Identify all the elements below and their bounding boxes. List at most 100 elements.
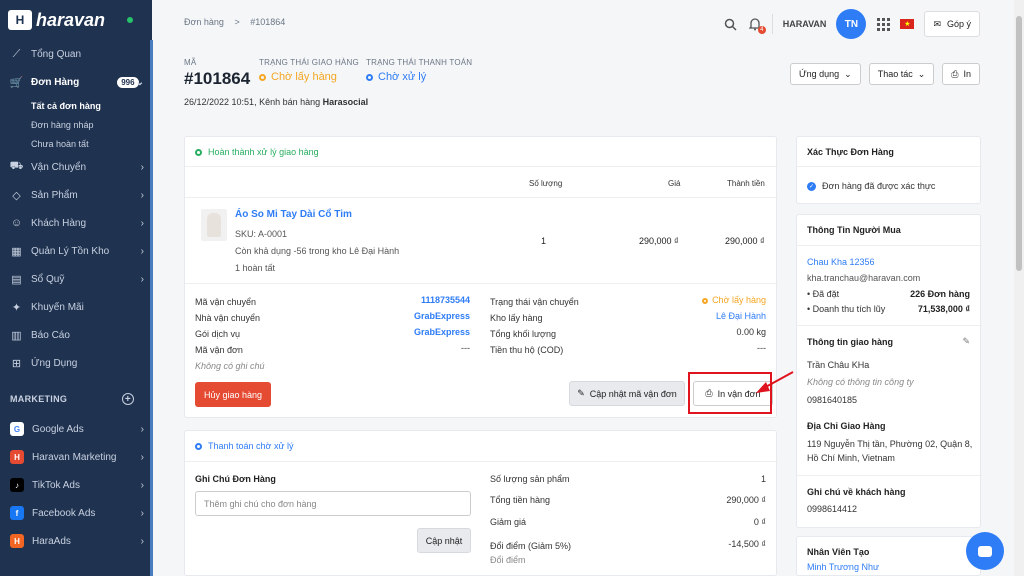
- nav-facebook-ads[interactable]: f Facebook Ads ›: [0, 499, 152, 527]
- facebook-icon: f: [10, 506, 24, 520]
- orders-placed-value: 226 Đơn hàng: [910, 289, 970, 299]
- chat-button[interactable]: [966, 532, 1004, 570]
- breadcrumb-separator: >: [234, 17, 240, 27]
- product-thumbnail[interactable]: [201, 209, 227, 241]
- product-quantity: 1: [541, 236, 547, 246]
- nav-san-pham[interactable]: ◇ Sản Phẩm ›: [0, 181, 152, 209]
- nav-label: Sản Phẩm: [31, 189, 78, 201]
- nav-label: Sổ Quỹ: [31, 273, 65, 285]
- divider: [797, 325, 982, 326]
- breadcrumb-orders-link[interactable]: Đơn hàng: [184, 17, 224, 27]
- divider: [185, 283, 778, 284]
- print-button[interactable]: ⎙ In: [942, 63, 980, 85]
- report-icon: ▥: [11, 329, 22, 342]
- bell-icon[interactable]: 4: [748, 17, 766, 34]
- tiktok-icon: ♪: [10, 478, 24, 492]
- user-icon: ☺: [10, 217, 23, 229]
- nav-label: Facebook Ads: [32, 507, 96, 519]
- customer-note-text: 0998614412: [807, 504, 858, 514]
- staff-name-link[interactable]: Minh Trương Như: [807, 562, 879, 572]
- subnav-incomplete-orders[interactable]: Chưa hoàn tất: [0, 134, 152, 153]
- scrollbar-thumb[interactable]: [1016, 16, 1022, 271]
- pickup-warehouse-value[interactable]: Lê Đại Hành: [716, 311, 766, 321]
- chevron-right-icon: ›: [140, 423, 144, 435]
- col-price-header: Giá: [668, 179, 681, 188]
- nav-label: Khuyến Mãi: [31, 301, 84, 313]
- service-label: Gói dịch vụ: [195, 329, 241, 339]
- shipment-code-value[interactable]: 1118735544: [421, 295, 470, 305]
- nav-so-quy[interactable]: ▤ Sổ Quỹ ›: [0, 265, 152, 293]
- cancel-shipment-button[interactable]: Hủy giao hàng: [195, 382, 271, 407]
- item-count-label: Số lượng sản phẩm: [490, 474, 570, 484]
- google-ads-icon: G: [10, 422, 24, 436]
- pending-dot-icon: [259, 73, 266, 81]
- nav-ton-kho[interactable]: ▦ Quản Lý Tồn Kho ›: [0, 237, 152, 265]
- nav-label: Haravan Marketing: [32, 451, 117, 463]
- add-channel-icon[interactable]: +: [122, 393, 134, 405]
- nav-don-hang[interactable]: 🛒 Đơn Hàng 996 ⌄: [0, 68, 152, 96]
- sidebar-scrollbar[interactable]: [150, 40, 153, 576]
- nav-van-chuyen[interactable]: ⛟ Vận Chuyển ›: [0, 153, 152, 181]
- app-grid-icon[interactable]: [876, 17, 890, 31]
- nav-khach-hang[interactable]: ☺ Khách Hàng ›: [0, 209, 152, 237]
- chart-line-icon: ⟋: [12, 47, 21, 60]
- payment-card-title: Thanh toán chờ xử lý: [185, 431, 776, 461]
- feedback-button[interactable]: ✉ Góp ý: [924, 11, 980, 37]
- payment-status-value: Chờ xử lý: [366, 71, 472, 83]
- nav-haravan-marketing[interactable]: H Haravan Marketing ›: [0, 443, 152, 471]
- shipping-address-line2: Hồ Chí Minh, Vietnam: [807, 453, 895, 463]
- truck-icon: ⛟: [9, 160, 24, 172]
- fulfillment-card-title: Hoàn thành xử lý giao hàng: [185, 137, 776, 167]
- shipping-address-line1: 119 Nguyễn Thị tần, Phường 02, Quận 8,: [807, 439, 973, 449]
- nav-ung-dung[interactable]: ⊞ Ứng Dụng: [0, 349, 152, 377]
- service-value[interactable]: GrabExpress: [414, 327, 470, 337]
- chevron-right-icon: ›: [140, 507, 144, 519]
- ledger-icon: ▤: [11, 273, 22, 286]
- shipping-status-text: Chờ lấy hàng: [712, 295, 766, 305]
- edit-pencil-icon[interactable]: ✎: [962, 336, 970, 347]
- tag-icon: ◇: [12, 189, 21, 202]
- vietnam-flag-icon[interactable]: ★: [900, 19, 915, 29]
- nav-khuyen-mai[interactable]: ✦ Khuyến Mãi: [0, 293, 152, 321]
- nav-label: TikTok Ads: [32, 479, 80, 491]
- nav-google-ads[interactable]: G Google Ads ›: [0, 415, 152, 443]
- buyer-card: Thông Tin Người Mua Chau Kha 12356 kha.t…: [796, 214, 982, 528]
- page-scrollbar[interactable]: [1014, 0, 1024, 576]
- subnav-all-orders[interactable]: Tất cả đơn hàng: [0, 96, 152, 115]
- marketing-section-title: MARKETING +: [0, 383, 152, 415]
- waybill-label: Mã vận đơn: [195, 345, 243, 355]
- sales-channel: Harasocial: [322, 97, 369, 107]
- store-name[interactable]: HARAVAN: [771, 14, 826, 34]
- order-note-input[interactable]: Thêm ghi chú cho đơn hàng: [195, 491, 471, 516]
- buyer-name-link[interactable]: Chau Kha 12356: [807, 257, 875, 267]
- nav-label: Báo Cáo: [31, 329, 70, 341]
- nav-haraads[interactable]: H HaraAds ›: [0, 527, 152, 555]
- cod-label: Tiền thu hộ (COD): [490, 345, 564, 355]
- apps-dropdown-button[interactable]: Ứng dụng ⌄: [789, 63, 861, 85]
- search-icon[interactable]: [724, 17, 738, 31]
- update-note-label: Cập nhật: [425, 535, 463, 546]
- carrier-value[interactable]: GrabExpress: [414, 311, 470, 321]
- nav-tiktok-ads[interactable]: ♪ TikTok Ads ›: [0, 471, 152, 499]
- update-note-button[interactable]: Cập nhật: [417, 528, 471, 553]
- subnav-draft-orders[interactable]: Đơn hàng nháp: [0, 115, 152, 134]
- update-waybill-button[interactable]: ✎ Cập nhật mã vận đơn: [569, 381, 685, 406]
- product-name-link[interactable]: Áo So Mi Tay Dài Cổ Tim: [235, 209, 352, 220]
- chevron-right-icon: ›: [140, 451, 144, 463]
- payment-title-text: Thanh toán chờ xử lý: [208, 441, 294, 451]
- actions-dropdown-button[interactable]: Thao tác ⌄: [868, 63, 935, 85]
- avatar[interactable]: TN: [836, 9, 867, 39]
- discount-label: Giảm giá: [490, 517, 527, 527]
- revenue-label: • Doanh thu tích lũy: [807, 304, 886, 314]
- points-redeem-value: -14,500 ₫: [728, 539, 766, 549]
- chevron-right-icon: ›: [140, 189, 144, 201]
- feedback-label: Góp ý: [946, 19, 971, 29]
- haraads-icon: H: [10, 534, 24, 548]
- verification-card: Xác Thực Đơn Hàng ✓ Đơn hàng đã được xác…: [796, 136, 982, 204]
- check-circle-icon: ✓: [807, 181, 816, 191]
- nav-tong-quan[interactable]: ⟋ Tổng Quan: [0, 40, 152, 68]
- shipping-phone: 0981640185: [807, 395, 858, 405]
- pending-dot-icon: [366, 73, 373, 81]
- brand-logo[interactable]: H haravan: [0, 0, 152, 40]
- nav-bao-cao[interactable]: ▥ Báo Cáo: [0, 321, 152, 349]
